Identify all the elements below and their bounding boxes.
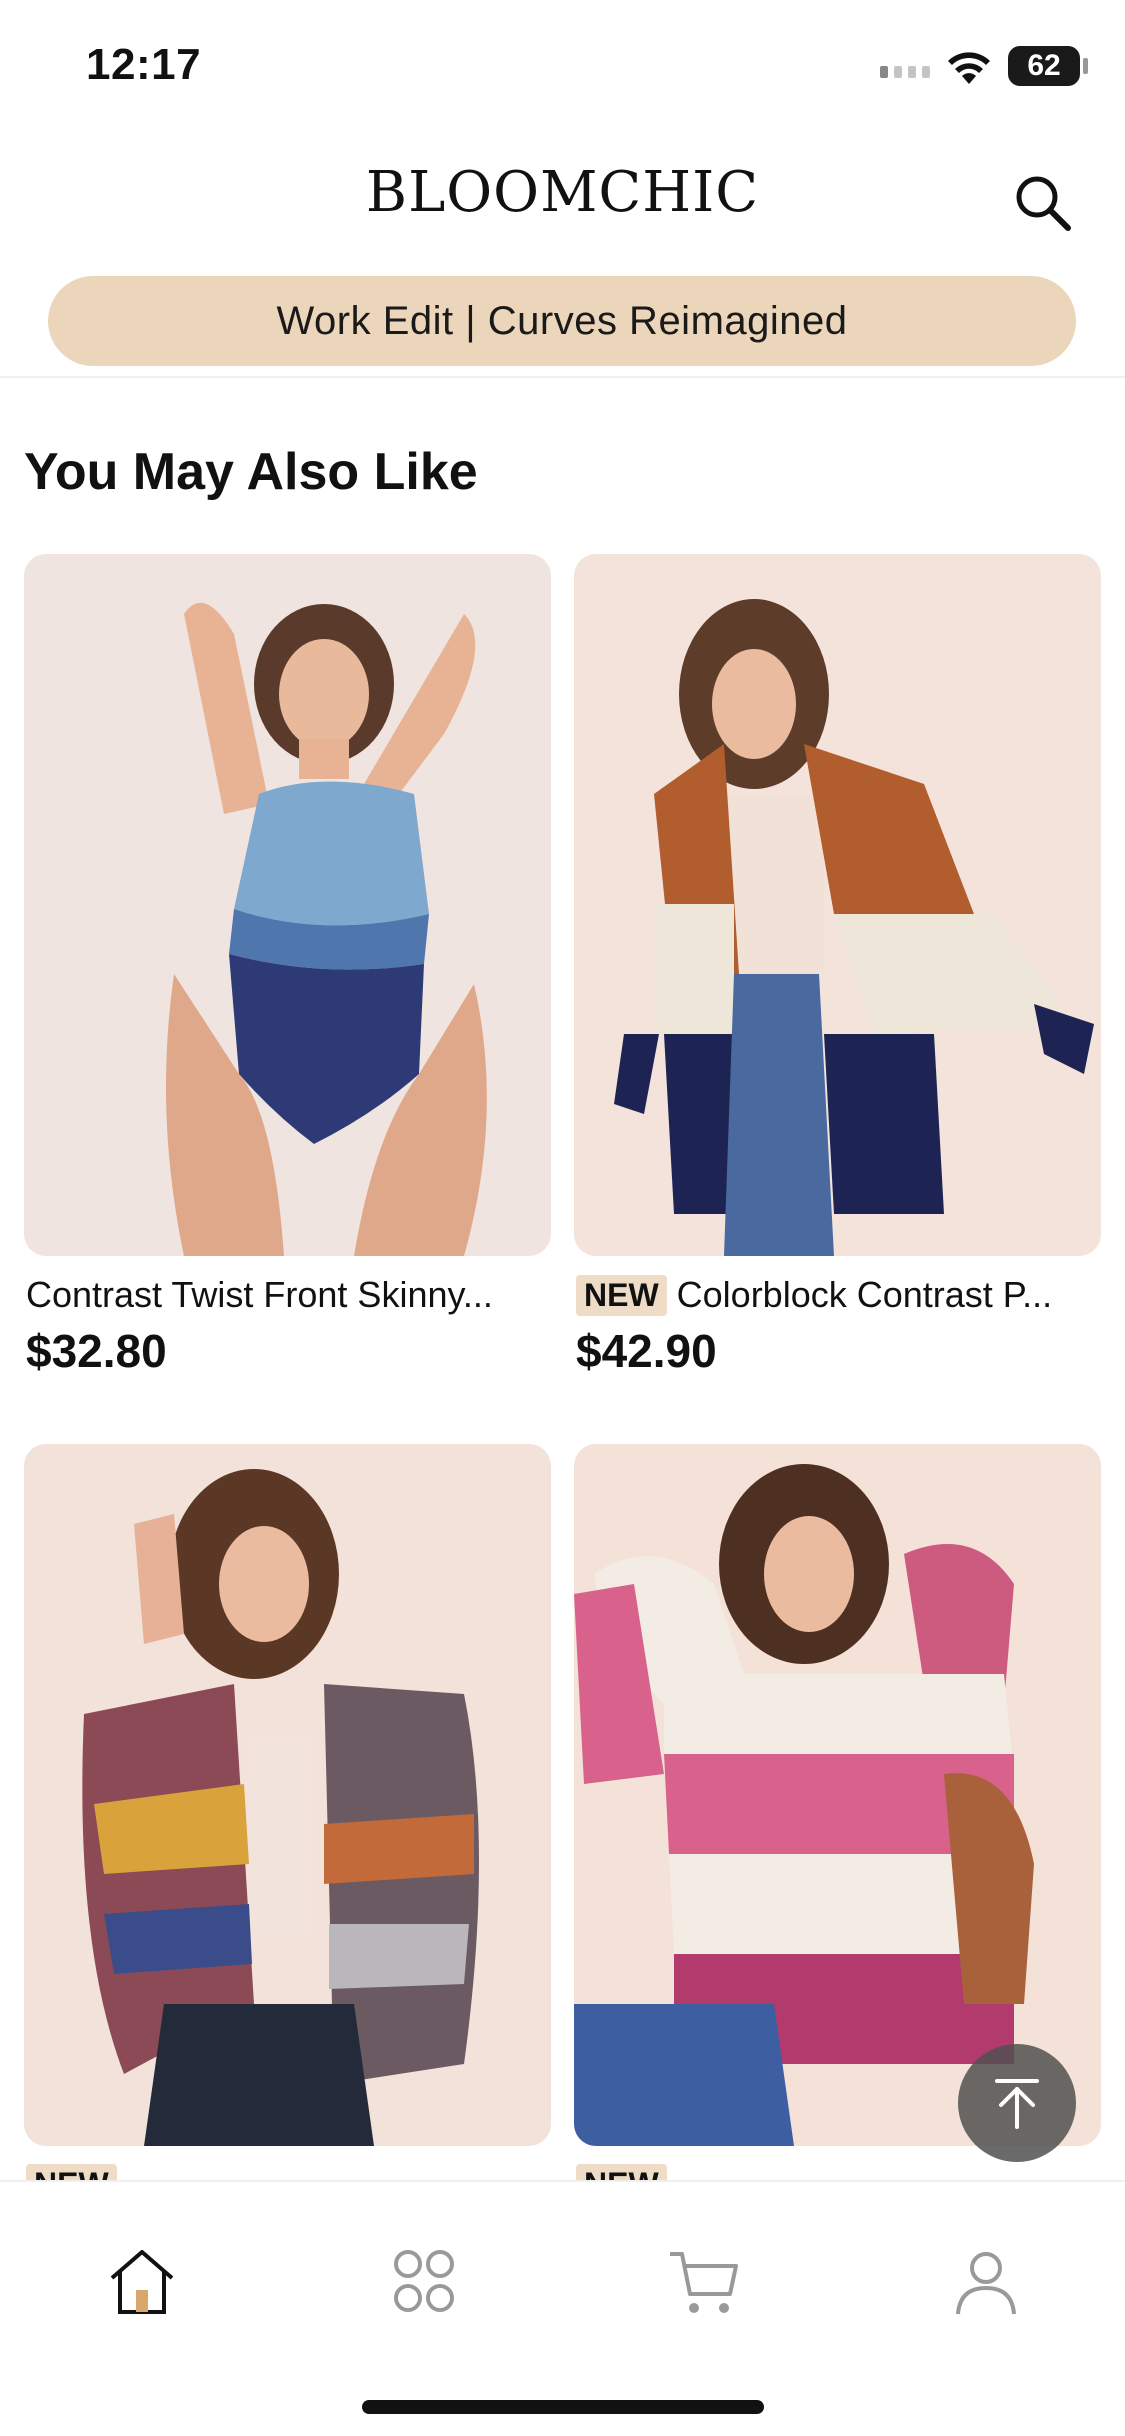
section-title: You May Also Like: [24, 443, 478, 501]
product-image[interactable]: [24, 1444, 551, 2146]
categories-icon[interactable]: [384, 2242, 464, 2322]
cart-icon[interactable]: [664, 2242, 744, 2322]
battery-icon: 62: [1008, 46, 1088, 86]
product-price: $42.90: [576, 1325, 717, 1377]
product-image[interactable]: [24, 554, 551, 1256]
product-name[interactable]: Contrast Twist Front Skinny...: [26, 1274, 551, 1316]
wifi-icon: [948, 52, 990, 84]
product-card[interactable]: NEW Colorblock Contrast P... $42.90: [574, 554, 1101, 1377]
back-to-top-button[interactable]: [958, 2044, 1076, 2162]
bottom-tab-bar: [0, 2180, 1125, 2436]
promo-banner[interactable]: Work Edit | Curves Reimagined: [48, 276, 1076, 366]
battery-level: 62: [1027, 49, 1061, 82]
arrow-up-icon: [995, 2079, 1039, 2129]
status-bar: 12:17 62: [0, 0, 1125, 130]
product-card[interactable]: NEW: [574, 1444, 1101, 2205]
product-card[interactable]: Contrast Twist Front Skinny... $32.80: [24, 554, 551, 1377]
search-icon[interactable]: [1010, 170, 1074, 234]
brand-logo[interactable]: BLOOMCHIC: [0, 160, 1125, 225]
profile-icon[interactable]: [946, 2242, 1026, 2322]
product-name[interactable]: NEW Colorblock Contrast P...: [576, 1274, 1101, 1316]
home-indicator: [362, 2400, 764, 2414]
app-header: BLOOMCHIC: [0, 130, 1125, 260]
cellular-signal-icon: [880, 66, 930, 78]
promo-text: Work Edit | Curves Reimagined: [276, 298, 848, 343]
product-price: $32.80: [26, 1325, 167, 1377]
header-divider: [0, 376, 1125, 378]
home-icon[interactable]: [102, 2242, 182, 2322]
product-image[interactable]: [574, 554, 1101, 1256]
new-badge: NEW: [576, 1274, 667, 1316]
product-image[interactable]: [574, 1444, 1101, 2146]
product-card[interactable]: NEW: [24, 1444, 551, 2205]
status-time: 12:17: [86, 40, 202, 89]
